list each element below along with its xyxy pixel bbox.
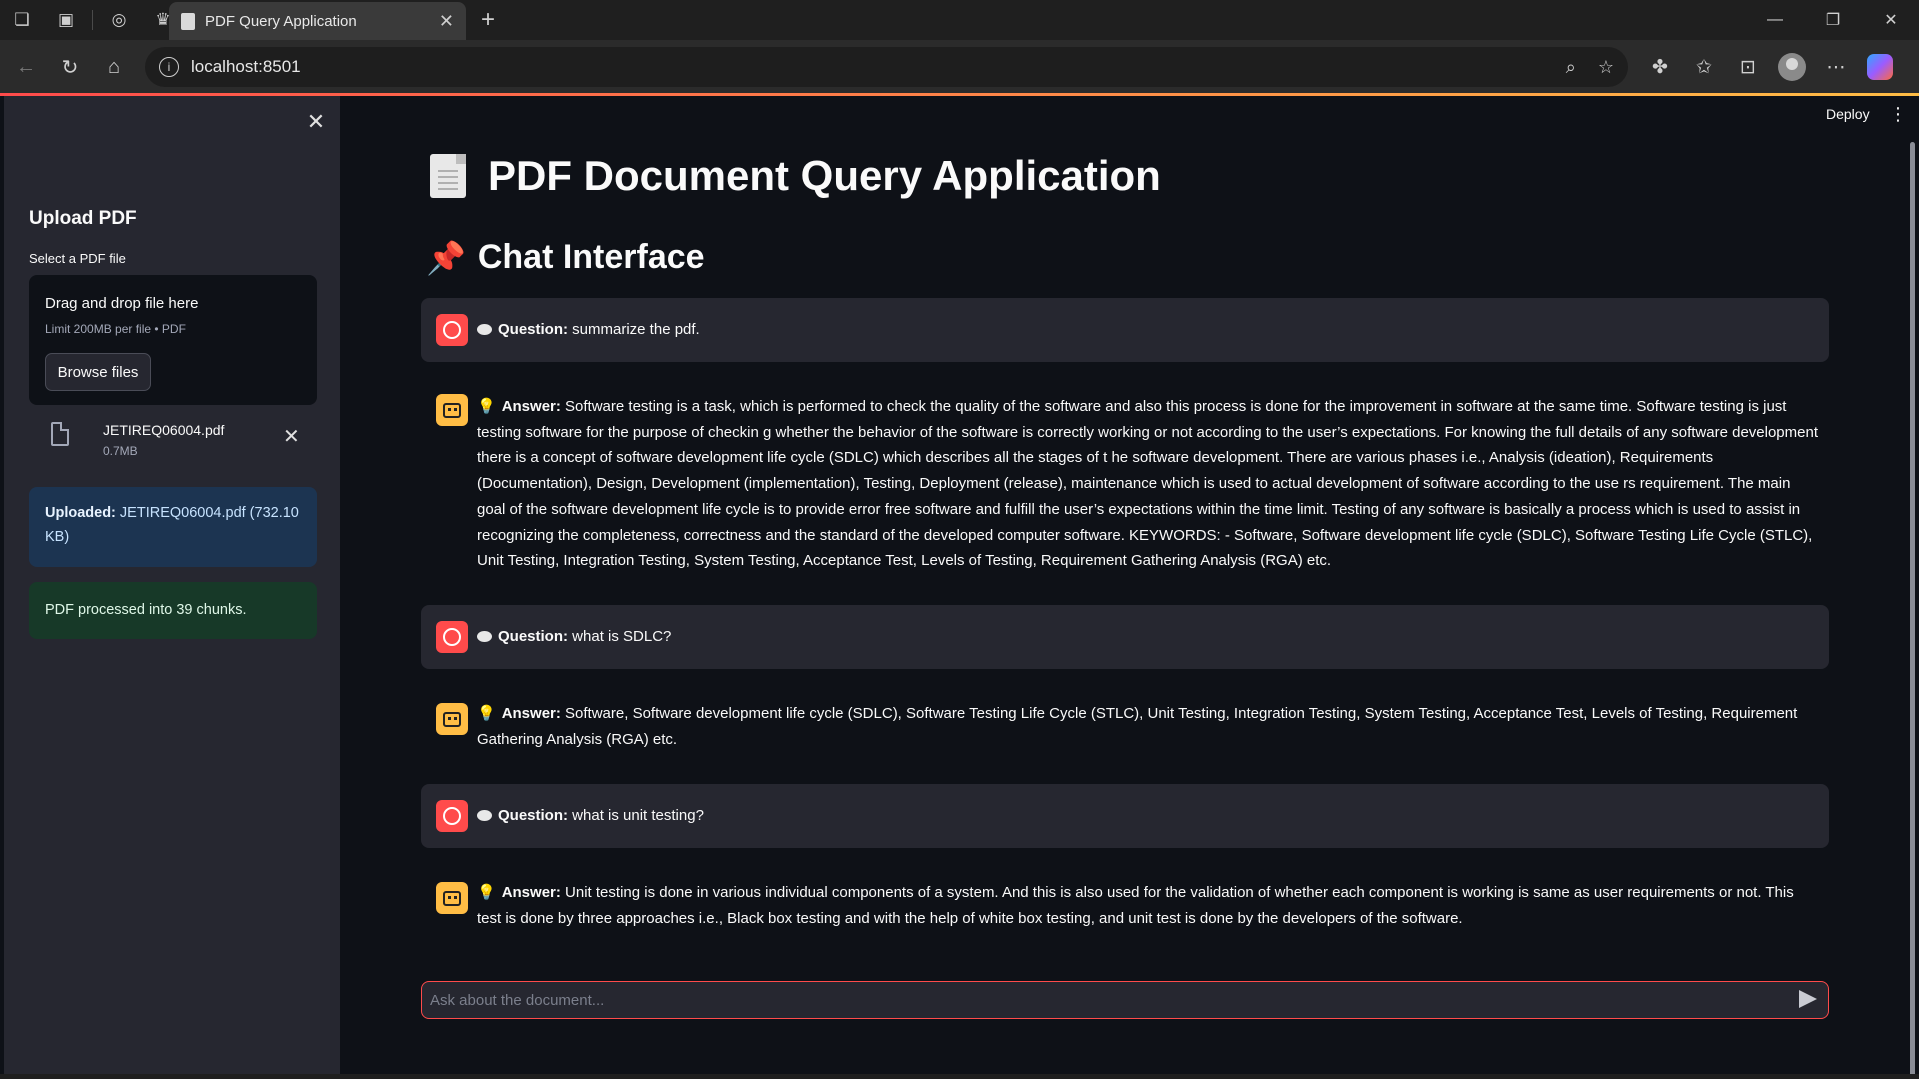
browser-logo-icon[interactable]: ◎ bbox=[97, 0, 141, 40]
message-content: Question: what is unit testing? bbox=[477, 803, 1819, 829]
dropzone-title: Drag and drop file here bbox=[45, 295, 199, 312]
user-avatar-icon bbox=[436, 314, 468, 346]
question-text: what is unit testing? bbox=[572, 807, 704, 824]
send-icon[interactable] bbox=[1799, 990, 1817, 1008]
user-avatar-icon bbox=[436, 800, 468, 832]
browser-nav-bar: ← ↻ ⌂ i localhost:8501 ⌕ ☆ bbox=[0, 40, 1919, 94]
chat-message-assistant: 💡 Answer: Software testing is a task, whi… bbox=[421, 378, 1829, 578]
sidebar-title: Upload PDF bbox=[29, 208, 137, 229]
copilot-button[interactable] bbox=[1858, 47, 1902, 87]
close-window-icon[interactable]: ✕ bbox=[1862, 0, 1919, 40]
window-bottom-edge bbox=[0, 1074, 1919, 1079]
back-arrow-icon[interactable]: ← bbox=[4, 47, 48, 87]
page-title: PDF Document Query Application bbox=[430, 152, 1161, 200]
tab-title: PDF Query Application bbox=[205, 12, 357, 30]
answer-text: Software, Software development life cycl… bbox=[477, 705, 1798, 748]
favorites-icon[interactable]: ✩ bbox=[1682, 47, 1726, 87]
lightbulb-icon: 💡 bbox=[477, 705, 496, 722]
file-icon bbox=[51, 422, 69, 446]
user-avatar-icon bbox=[436, 621, 468, 653]
assistant-avatar-icon bbox=[436, 394, 468, 426]
site-info-icon[interactable]: i bbox=[159, 57, 179, 77]
page-scrollbar[interactable] bbox=[1910, 142, 1915, 1077]
url-text[interactable]: localhost:8501 bbox=[191, 57, 1544, 77]
pushpin-icon: 📌 bbox=[426, 239, 466, 276]
uploaded-file-row: JETIREQ06004.pdf 0.7MB ✕ bbox=[29, 416, 317, 466]
lightbulb-icon: 💡 bbox=[477, 398, 496, 415]
browser-toolbar-right: ✤ ✩ ⊡ ⋯ bbox=[1638, 40, 1902, 94]
copilot-icon bbox=[1867, 54, 1893, 80]
document-favicon-icon bbox=[181, 12, 195, 30]
browser-tab-active[interactable]: PDF Query Application ✕ bbox=[169, 2, 466, 40]
chat-message-assistant: 💡 Answer: Software, Software development … bbox=[421, 687, 1829, 767]
chat-input-container bbox=[421, 981, 1829, 1019]
page-title-text: PDF Document Query Application bbox=[488, 152, 1161, 199]
question-label: Question: bbox=[498, 807, 568, 824]
assistant-avatar-icon bbox=[436, 703, 468, 735]
chat-input[interactable] bbox=[430, 982, 1770, 1018]
vertical-tabs-icon[interactable]: ▣ bbox=[44, 0, 88, 40]
main-menu-icon[interactable]: ⋮ bbox=[1889, 104, 1907, 125]
sidebar: ✕ Upload PDF Select a PDF file Drag and … bbox=[4, 96, 340, 1074]
browse-files-button[interactable]: Browse files bbox=[45, 353, 151, 391]
message-content: Question: summarize the pdf. bbox=[477, 317, 1819, 343]
speech-bubble-icon bbox=[477, 324, 492, 335]
assistant-avatar-icon bbox=[436, 882, 468, 914]
file-dropzone[interactable]: Drag and drop file here Limit 200MB per … bbox=[29, 275, 317, 405]
question-text: what is SDLC? bbox=[572, 628, 672, 645]
chat-message-user: Question: what is unit testing? bbox=[421, 784, 1829, 848]
processed-success-alert: PDF processed into 39 chunks. bbox=[29, 582, 317, 639]
answer-text: Unit testing is done in various individu… bbox=[477, 884, 1794, 927]
zoom-icon[interactable]: ⌕ bbox=[1566, 57, 1576, 78]
message-content: 💡 Answer: Software, Software development … bbox=[477, 701, 1819, 752]
message-content: Question: what is SDLC? bbox=[477, 624, 1819, 650]
answer-label: Answer: bbox=[501, 398, 561, 415]
speech-bubble-icon bbox=[477, 810, 492, 821]
uploaded-label: Uploaded: bbox=[45, 505, 116, 521]
answer-text: Software testing is a task, which is per… bbox=[477, 398, 1818, 570]
screenshot-icon[interactable]: ⊡ bbox=[1726, 47, 1770, 87]
answer-label: Answer: bbox=[501, 884, 561, 901]
uploaded-file-name: JETIREQ06004.pdf bbox=[103, 422, 225, 438]
upload-info-alert: Uploaded: JETIREQ06004.pdf (732.10 KB) bbox=[29, 487, 317, 567]
uploaded-file-size: 0.7MB bbox=[103, 444, 138, 458]
speech-bubble-icon bbox=[477, 631, 492, 642]
home-icon[interactable]: ⌂ bbox=[92, 47, 136, 87]
section-title: 📌 Chat Interface bbox=[426, 238, 705, 277]
answer-label: Answer: bbox=[501, 705, 561, 722]
document-icon bbox=[430, 154, 466, 198]
message-content: 💡 Answer: Software testing is a task, whi… bbox=[477, 394, 1819, 574]
more-menu-icon[interactable]: ⋯ bbox=[1814, 47, 1858, 87]
question-label: Question: bbox=[498, 628, 568, 645]
question-text: summarize the pdf. bbox=[572, 321, 700, 338]
profile-avatar-icon bbox=[1778, 53, 1806, 81]
message-content: 💡 Answer: Unit testing is done in various… bbox=[477, 880, 1819, 931]
restore-window-icon[interactable]: ❐ bbox=[1804, 0, 1862, 40]
extensions-icon[interactable]: ✤ bbox=[1638, 47, 1682, 87]
dropzone-limit: Limit 200MB per file • PDF bbox=[45, 322, 186, 336]
refresh-icon[interactable]: ↻ bbox=[48, 47, 92, 87]
lightbulb-icon: 💡 bbox=[477, 884, 496, 901]
favorite-star-icon[interactable]: ☆ bbox=[1598, 57, 1614, 78]
minimize-window-icon[interactable]: — bbox=[1746, 0, 1804, 40]
remove-file-icon[interactable]: ✕ bbox=[283, 424, 300, 449]
question-label: Question: bbox=[498, 321, 568, 338]
deploy-button[interactable]: Deploy bbox=[1826, 106, 1870, 122]
close-tab-icon[interactable]: ✕ bbox=[439, 11, 454, 32]
close-sidebar-icon[interactable]: ✕ bbox=[302, 108, 330, 136]
address-bar[interactable]: i localhost:8501 ⌕ ☆ bbox=[145, 47, 1628, 87]
workspaces-icon[interactable]: ❏ bbox=[0, 0, 44, 40]
chat-message-user: Question: what is SDLC? bbox=[421, 605, 1829, 669]
new-tab-button[interactable]: + bbox=[472, 4, 504, 36]
section-title-text: Chat Interface bbox=[477, 238, 705, 276]
file-uploader-label: Select a PDF file bbox=[29, 251, 126, 266]
tab-separator bbox=[92, 10, 93, 30]
chat-message-assistant: 💡 Answer: Unit testing is done in various… bbox=[421, 866, 1829, 946]
profile-button[interactable] bbox=[1770, 47, 1814, 87]
chat-message-user: Question: summarize the pdf. bbox=[421, 298, 1829, 362]
